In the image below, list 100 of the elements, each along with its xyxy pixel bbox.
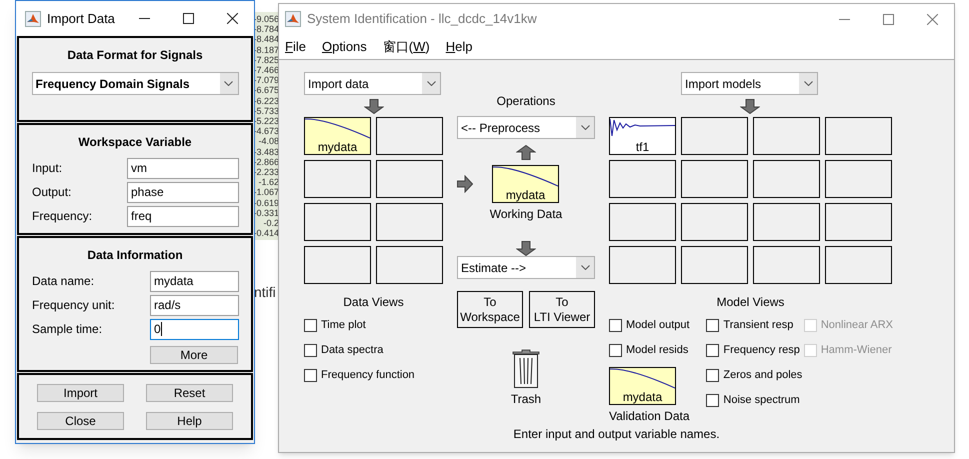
chevron-down-icon	[224, 81, 233, 86]
empty-board-slot[interactable]	[609, 160, 676, 198]
checkbox[interactable]	[706, 369, 720, 382]
text-field[interactable]: 0	[150, 318, 239, 340]
menu-item[interactable]: File	[285, 36, 306, 56]
sheet-cell: -3.483	[253, 146, 279, 157]
menu-item[interactable]: Help	[446, 36, 473, 56]
chevron-down-icon	[580, 125, 590, 130]
app-logo-icon	[285, 11, 301, 27]
down-arrow-icon	[516, 241, 536, 256]
checkbox-option[interactable]: Time plot	[304, 313, 443, 338]
empty-board-slot[interactable]	[304, 203, 371, 241]
window-title: System Identification - llc_dcdc_14v1kw	[307, 10, 538, 28]
text-field[interactable]: vm	[127, 158, 239, 178]
data-board[interactable]: tf1	[609, 117, 676, 155]
empty-board-slot[interactable]	[753, 160, 820, 198]
empty-board-slot[interactable]	[609, 246, 676, 284]
empty-board-slot[interactable]	[825, 160, 892, 198]
field-label: Output:	[32, 184, 72, 201]
empty-board-slot[interactable]	[753, 203, 820, 241]
data-board[interactable]: mydata	[609, 367, 676, 405]
field-label: Input:	[32, 160, 64, 177]
checkbox[interactable]	[304, 344, 317, 357]
chevron-down-icon	[580, 265, 590, 270]
dialog-button[interactable]: Reset	[146, 384, 233, 402]
sheet-cell: -7.466	[253, 65, 279, 76]
checkbox-option[interactable]: Frequency function	[304, 363, 443, 388]
empty-board-slot[interactable]	[681, 246, 748, 284]
empty-board-slot[interactable]	[753, 246, 820, 284]
sheet-cell: -8.187	[253, 44, 279, 55]
dialog-button[interactable]: Close	[37, 412, 124, 430]
checkbox[interactable]	[609, 319, 622, 332]
empty-board-slot[interactable]	[376, 203, 442, 241]
checkbox[interactable]	[609, 344, 622, 357]
empty-board-slot[interactable]	[825, 246, 892, 284]
empty-board-slot[interactable]	[753, 117, 820, 155]
checkbox-option[interactable]: Noise spectrum	[706, 388, 804, 413]
empty-board-slot[interactable]	[304, 160, 371, 198]
checkbox[interactable]	[304, 319, 317, 332]
data-board[interactable]: mydata	[304, 117, 371, 155]
close-icon	[926, 14, 938, 24]
section-label: Working Data	[488, 206, 564, 223]
checkbox-option[interactable]: Model resids	[609, 338, 706, 363]
up-arrow-icon	[516, 144, 536, 160]
empty-board-slot[interactable]	[681, 203, 748, 241]
sheet-cell: -8.484	[253, 34, 279, 45]
empty-board-slot[interactable]	[681, 160, 748, 198]
panel-heading: Data Format for Signals	[67, 47, 203, 64]
empty-board-slot[interactable]	[681, 117, 748, 155]
minimize-icon	[838, 18, 850, 20]
sheet-cell: -0.414	[253, 228, 279, 238]
import-models-dropdown[interactable]: Import models	[681, 72, 818, 95]
to-lti-viewer-button[interactable]: To LTI Viewer	[529, 291, 595, 328]
dialog-button[interactable]: More	[150, 346, 238, 364]
estimate-dropdown[interactable]: Estimate -->	[457, 256, 595, 279]
down-arrow-icon	[740, 98, 760, 114]
maximize-icon	[182, 13, 194, 24]
empty-board-slot[interactable]	[376, 117, 442, 155]
menu-item[interactable]: Options	[322, 36, 367, 56]
close-icon	[226, 13, 238, 24]
panel-heading: Workspace Variable	[77, 134, 193, 151]
checkbox-option[interactable]: Data spectra	[304, 338, 443, 363]
dialog-button[interactable]: Import	[37, 384, 124, 402]
checkbox-option[interactable]: Transient resp	[706, 313, 804, 338]
sheet-cell: -9.056	[253, 14, 279, 24]
data-board[interactable]: mydata	[492, 165, 559, 203]
menu-item[interactable]: 窗口(W)	[382, 36, 430, 56]
empty-board-slot[interactable]	[376, 246, 442, 284]
trash-can-icon	[512, 349, 540, 389]
empty-board-slot[interactable]	[825, 203, 892, 241]
empty-board-slot[interactable]	[376, 160, 442, 198]
format-dropdown[interactable]: Frequency Domain Signals	[32, 72, 238, 95]
checkbox[interactable]	[304, 369, 317, 382]
text-field[interactable]: freq	[127, 206, 239, 226]
import-data-dropdown[interactable]: Import data	[304, 72, 441, 95]
panel-heading: Data Information	[86, 247, 184, 264]
maximize-icon	[882, 14, 894, 24]
checkbox[interactable]	[706, 319, 720, 332]
status-message: Enter input and output variable names.	[512, 426, 721, 443]
section-label: Data Views	[342, 294, 405, 311]
preprocess-dropdown[interactable]: <-- Preprocess	[457, 116, 595, 139]
text-field[interactable]: rad/s	[150, 294, 239, 316]
field-label: Sample time:	[32, 321, 104, 338]
to-workspace-button[interactable]: To Workspace	[457, 291, 523, 328]
text-field[interactable]: mydata	[150, 270, 239, 292]
dialog-button[interactable]: Help	[146, 412, 233, 430]
empty-board-slot[interactable]	[304, 246, 371, 284]
checkbox[interactable]	[706, 344, 720, 357]
checkbox-option[interactable]: Zeros and poles	[706, 363, 804, 388]
checkbox-option[interactable]: Model output	[609, 313, 706, 338]
right-arrow-icon	[457, 175, 473, 193]
board-label: mydata	[504, 188, 546, 202]
section-label: Model Views	[716, 294, 786, 311]
window-title: Import Data	[47, 10, 116, 28]
text-field[interactable]: phase	[127, 182, 239, 202]
empty-board-slot[interactable]	[609, 203, 676, 241]
empty-board-slot[interactable]	[825, 117, 892, 155]
checkbox-option[interactable]: Frequency resp	[706, 338, 804, 363]
sheet-cell: -2.866	[253, 156, 279, 168]
checkbox[interactable]	[706, 394, 720, 407]
